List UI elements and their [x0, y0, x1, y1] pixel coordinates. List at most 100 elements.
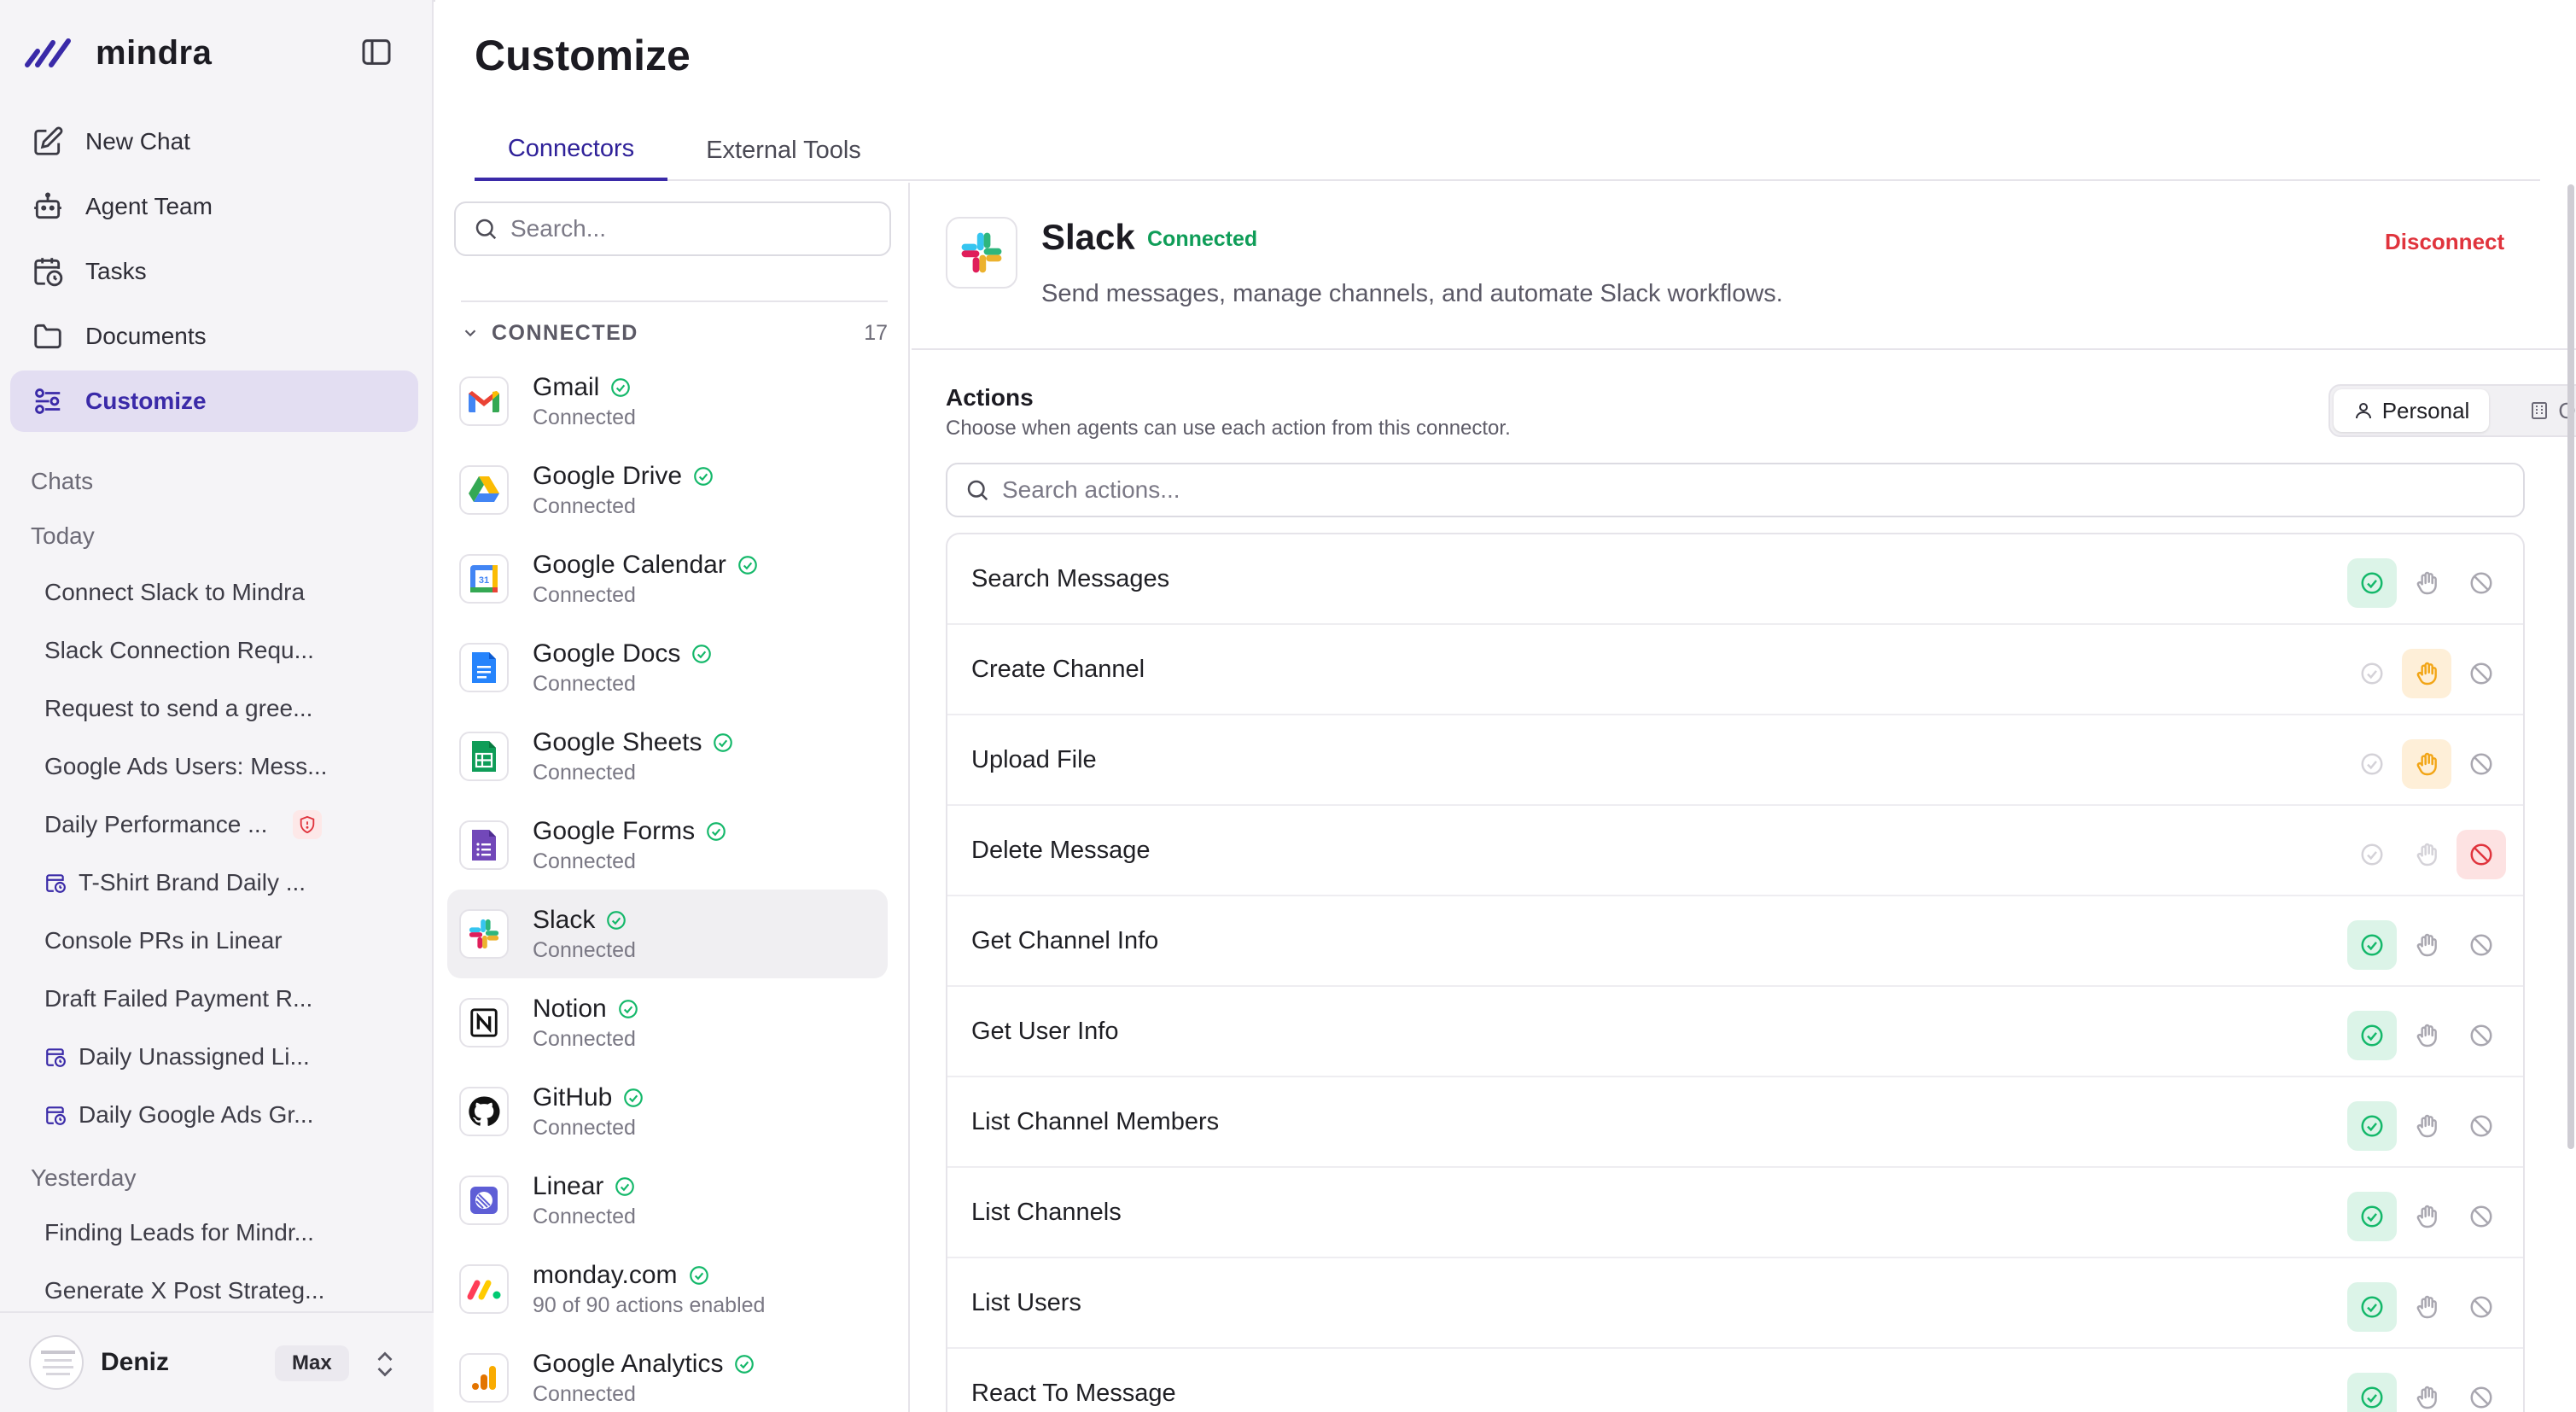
allow-button[interactable] [2347, 1192, 2397, 1241]
allow-button[interactable] [2347, 558, 2397, 608]
connector-status: 90 of 90 actions enabled [533, 1292, 766, 1317]
nav-item-tasks[interactable]: Tasks [10, 241, 418, 302]
google-drive-logo-icon [459, 465, 509, 515]
nav-label: Customize [85, 388, 207, 414]
allow-button[interactable] [2347, 739, 2397, 789]
connector-name: monday.com [533, 1260, 678, 1289]
chat-item[interactable]: T-Shirt Brand Daily ... [31, 854, 406, 912]
action-list: Search Messages Create Channel Upload File… [946, 533, 2525, 1412]
nav-item-customize[interactable]: Customize [10, 371, 418, 432]
ask-button[interactable] [2402, 1101, 2451, 1151]
chat-item[interactable]: Slack Connection Requ... [31, 621, 406, 680]
action-search[interactable] [946, 463, 2525, 517]
linear-logo-icon [459, 1176, 509, 1225]
scope-personal-button[interactable]: Personal [2334, 389, 2489, 432]
ask-button[interactable] [2402, 558, 2451, 608]
block-icon [2468, 842, 2494, 867]
connector-item-google-analytics[interactable]: Google Analytics Connected [447, 1333, 888, 1412]
tab-external-tools[interactable]: External Tools [690, 120, 877, 181]
block-icon [2468, 661, 2494, 686]
allow-button[interactable] [2347, 920, 2397, 970]
block-button[interactable] [2457, 739, 2506, 789]
connector-item-google-sheets[interactable]: Google Sheets Connected [447, 712, 888, 801]
connector-item-gmail[interactable]: Gmail Connected [447, 357, 888, 446]
ask-button[interactable] [2402, 1373, 2451, 1412]
connector-item-google-drive[interactable]: Google Drive Connected [447, 446, 888, 534]
scrollbar[interactable] [2567, 184, 2574, 1149]
google-calendar-logo-icon: 31 [459, 554, 509, 604]
chat-item[interactable]: Console PRs in Linear [31, 912, 406, 970]
block-icon [2468, 1023, 2494, 1048]
chat-item[interactable]: Draft Failed Payment R... [31, 970, 406, 1028]
allow-button[interactable] [2347, 830, 2397, 879]
chat-item[interactable]: Google Ads Users: Mess... [31, 738, 406, 796]
brand[interactable]: mindra [24, 26, 212, 80]
connector-item-google-docs[interactable]: Google Docs Connected [447, 623, 888, 712]
nav-item-documents[interactable]: Documents [10, 306, 418, 367]
tab-connectors[interactable]: Connectors [475, 120, 667, 181]
chat-item[interactable]: Daily Google Ads Gr... [31, 1086, 406, 1144]
connector-item-notion[interactable]: Notion Connected [447, 978, 888, 1067]
chat-item[interactable]: Request to send a gree... [31, 680, 406, 738]
block-button[interactable] [2457, 920, 2506, 970]
nav-item-agent-team[interactable]: Agent Team [10, 176, 418, 237]
connector-item-google-calendar[interactable]: 31 Google Calendar Connected [447, 534, 888, 623]
action-name: Delete Message [971, 836, 1151, 864]
action-search-input[interactable] [1002, 476, 2453, 504]
brand-name: mindra [96, 33, 213, 72]
chat-item[interactable]: Finding Leads for Mindr... [31, 1204, 406, 1262]
connector-item-monday[interactable]: monday.com 90 of 90 actions enabled [447, 1245, 888, 1333]
search-icon [475, 219, 497, 240]
connector-item-google-forms[interactable]: Google Forms Connected [447, 801, 888, 890]
check-circle-icon [2359, 1385, 2385, 1410]
allow-button[interactable] [2347, 1282, 2397, 1332]
block-button[interactable] [2457, 1011, 2506, 1060]
connector-search-input[interactable] [510, 215, 869, 242]
allow-button[interactable] [2347, 649, 2397, 698]
chat-item[interactable]: Connect Slack to Mindra [31, 563, 406, 621]
action-permission-control [2342, 1101, 2506, 1151]
action-row: Create Channel [947, 625, 2523, 715]
block-button[interactable] [2457, 1192, 2506, 1241]
ask-button[interactable] [2402, 1282, 2451, 1332]
connector-item-github[interactable]: GitHub Connected [447, 1067, 888, 1156]
scheduled-icon [46, 874, 66, 893]
block-button[interactable] [2457, 558, 2506, 608]
yesterday-label: Yesterday [31, 1164, 137, 1191]
allow-button[interactable] [2347, 1011, 2397, 1060]
block-button[interactable] [2457, 1101, 2506, 1151]
actions-subtitle: Choose when agents can use each action f… [946, 417, 1511, 440]
chat-item[interactable]: Daily Unassigned Li... [31, 1028, 406, 1086]
nav-item-new-chat[interactable]: New Chat [10, 111, 418, 172]
connector-item-linear[interactable]: Linear Connected [447, 1156, 888, 1245]
allow-button[interactable] [2347, 1373, 2397, 1412]
ask-button[interactable] [2402, 1192, 2451, 1241]
ask-button[interactable] [2402, 1011, 2451, 1060]
block-button[interactable] [2457, 1373, 2506, 1412]
block-button[interactable] [2457, 649, 2506, 698]
hand-icon [2413, 1022, 2440, 1049]
ask-button[interactable] [2402, 920, 2451, 970]
ask-button[interactable] [2402, 830, 2451, 879]
block-icon [2468, 1294, 2494, 1320]
connector-status: Connected [533, 1115, 636, 1140]
ask-button[interactable] [2402, 649, 2451, 698]
action-row: React To Message [947, 1349, 2523, 1412]
scope-org-button[interactable]: Org [2494, 389, 2576, 432]
block-button[interactable] [2457, 830, 2506, 879]
connected-section-header[interactable]: CONNECTED 17 [461, 300, 888, 355]
collapse-sidebar-button[interactable] [357, 32, 396, 72]
chat-title: Daily Unassigned Li... [79, 1043, 310, 1070]
allow-button[interactable] [2347, 1101, 2397, 1151]
action-row: Get Channel Info [947, 896, 2523, 987]
disconnect-button[interactable]: Disconnect [2385, 229, 2504, 255]
slack-logo-icon [459, 909, 509, 959]
ask-button[interactable] [2402, 739, 2451, 789]
connector-item-slack[interactable]: Slack Connected [447, 890, 888, 978]
chevron-down-icon [464, 330, 476, 337]
connector-search[interactable] [454, 201, 891, 256]
user-menu[interactable]: Deniz Max [0, 1311, 434, 1412]
block-button[interactable] [2457, 1282, 2506, 1332]
chat-item[interactable]: Daily Performance ... [31, 796, 406, 854]
hand-icon [2413, 660, 2440, 687]
